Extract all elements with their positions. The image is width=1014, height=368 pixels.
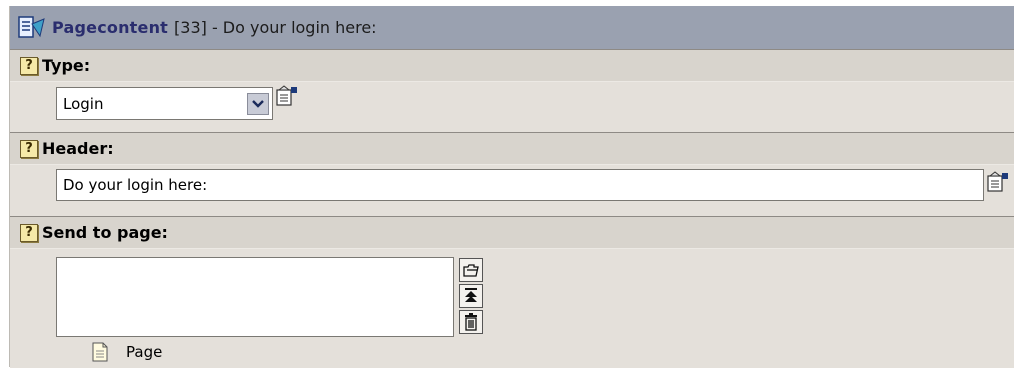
help-icon[interactable]: ?	[20, 223, 38, 242]
type-section: ? Type: Login	[10, 49, 1014, 126]
type-select[interactable]: Login	[56, 87, 273, 120]
edit-wizard-icon[interactable]	[986, 171, 1010, 193]
move-to-top-icon[interactable]	[459, 284, 483, 308]
page-content-icon	[18, 15, 46, 40]
help-icon[interactable]: ?	[20, 139, 38, 158]
header-body: Do your login here:	[10, 165, 1014, 209]
send-to-page-label: Send to page:	[42, 223, 168, 242]
chevron-down-icon[interactable]	[247, 92, 269, 115]
header-section: ? Header: Do your login here:	[10, 132, 1014, 209]
send-to-page-section: ? Send to page: Page	[10, 216, 1014, 368]
page-document-icon	[92, 342, 108, 362]
edit-wizard-icon[interactable]	[275, 85, 299, 107]
type-body: Login	[10, 82, 1014, 126]
page-record-label: Page	[126, 343, 163, 361]
title-link[interactable]: Pagecontent	[52, 18, 168, 37]
content-editor-form: Pagecontent [33] - Do your login here: ?…	[9, 6, 1014, 368]
type-header: ? Type:	[10, 50, 1014, 82]
header-input[interactable]: Do your login here:	[56, 169, 984, 201]
type-label: Type:	[42, 56, 91, 75]
browse-folder-icon[interactable]	[459, 258, 483, 282]
send-to-page-body: Page	[10, 249, 1014, 368]
header-header: ? Header:	[10, 133, 1014, 165]
header-label: Header:	[42, 139, 114, 158]
type-select-value: Login	[63, 94, 104, 113]
record-type-page[interactable]: Page	[92, 342, 162, 362]
trash-icon[interactable]	[459, 310, 483, 334]
send-to-page-list[interactable]	[56, 257, 454, 337]
page-title: [33] - Do your login here:	[174, 18, 377, 37]
title-bar: Pagecontent [33] - Do your login here:	[10, 6, 1014, 49]
help-icon[interactable]: ?	[20, 56, 38, 75]
send-to-page-header: ? Send to page:	[10, 217, 1014, 249]
